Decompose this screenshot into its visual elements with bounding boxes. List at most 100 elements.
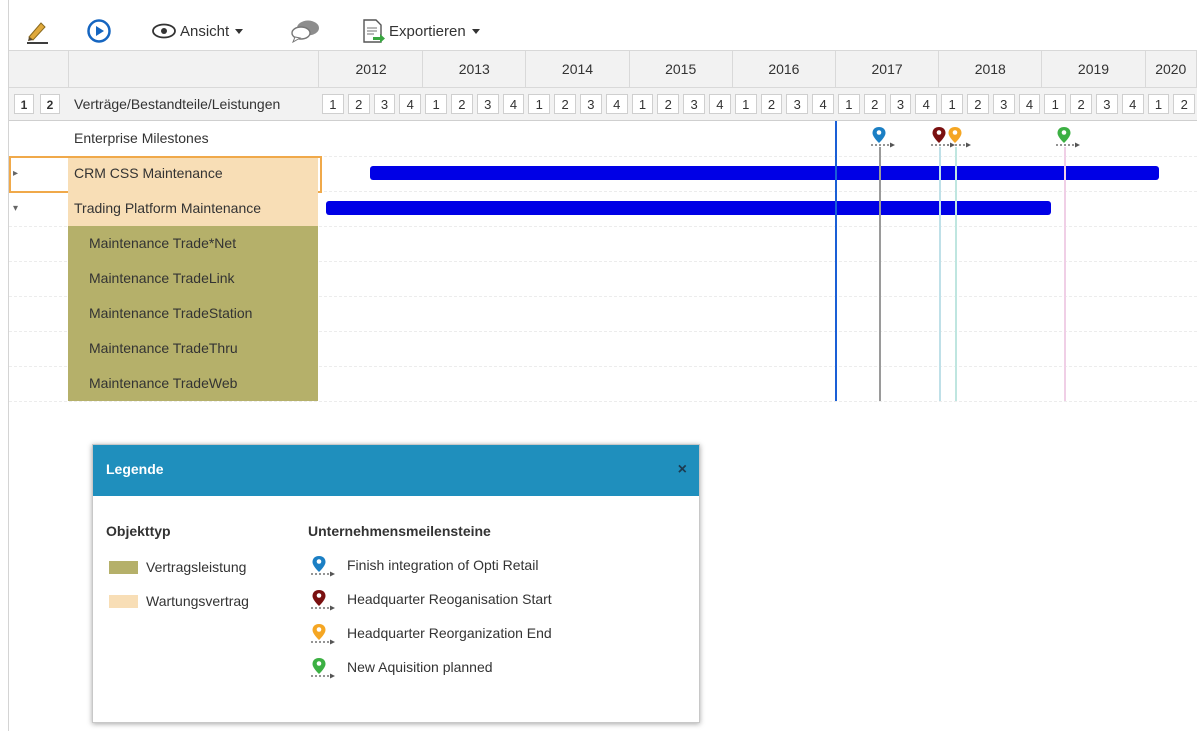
quarter-header-cell: 1 bbox=[1147, 94, 1170, 114]
view-menu-button[interactable]: Ansicht bbox=[152, 18, 244, 44]
eye-icon bbox=[152, 23, 176, 39]
legend-dialog: Legende × Objekttyp Unternehmensmeilenst… bbox=[92, 444, 700, 723]
row-name[interactable]: Trading Platform Maintenance bbox=[68, 191, 318, 226]
quarter-header-cell: 2 bbox=[347, 94, 370, 114]
level-2-button[interactable]: 2 bbox=[40, 94, 60, 114]
row-name[interactable]: Maintenance TradeLink bbox=[68, 261, 318, 296]
year-header-cell: 2020 bbox=[1146, 51, 1197, 87]
year-header-cell: 2012 bbox=[320, 51, 424, 87]
gantt-row[interactable]: Maintenance TradeLink bbox=[9, 261, 1197, 297]
quarter-header-cell: 1 bbox=[941, 94, 963, 114]
gantt-grid: 2012 2013 2014 2015 2016 2017 2018 2019 2020 1 2… bbox=[9, 51, 1197, 402]
close-icon[interactable]: × bbox=[678, 445, 687, 494]
level-1-button[interactable]: 1 bbox=[14, 94, 34, 114]
milestone-pin-icon[interactable] bbox=[871, 126, 897, 151]
quarter-header-cell: 1 bbox=[838, 94, 860, 114]
milestone-pin-icon[interactable] bbox=[947, 126, 973, 151]
legend-milestone-label: Headquarter Reorganization End bbox=[347, 625, 552, 641]
collapse-icon[interactable]: ▾ bbox=[13, 191, 25, 226]
legend-header: Legende × bbox=[93, 445, 699, 496]
chevron-down-icon bbox=[235, 28, 244, 34]
milestone-line bbox=[1064, 147, 1066, 401]
export-document-icon bbox=[363, 19, 385, 43]
pencil-icon bbox=[27, 22, 48, 44]
quarter-header-cell: 2 bbox=[451, 94, 473, 114]
milestone-pin-icon bbox=[311, 657, 337, 684]
quarter-header-cell: 2 bbox=[554, 94, 576, 114]
gantt-row[interactable]: Maintenance TradeThru bbox=[9, 331, 1197, 367]
quarter-header-cell: 4 bbox=[915, 94, 938, 114]
row-name[interactable]: CRM CSS Maintenance bbox=[68, 156, 318, 191]
quarter-header-cell: 3 bbox=[580, 94, 602, 114]
gantt-row[interactable]: Maintenance TradeWeb bbox=[9, 366, 1197, 402]
chevron-down-icon bbox=[471, 28, 480, 34]
edit-button[interactable] bbox=[24, 18, 50, 44]
row-name[interactable]: Maintenance TradeStation bbox=[68, 296, 318, 331]
milestone-pin-icon[interactable] bbox=[1056, 126, 1082, 151]
expand-icon[interactable]: ▸ bbox=[13, 156, 25, 191]
legend-milestone-item: Finish integration of Opti Retail bbox=[93, 555, 693, 579]
milestone-pin-icon bbox=[311, 623, 337, 650]
year-header-cell: 2015 bbox=[630, 51, 733, 87]
quarter-header-cell: 4 bbox=[1018, 94, 1041, 114]
legend-milestone-label: Finish integration of Opti Retail bbox=[347, 557, 539, 573]
quarter-header-cell: 1 bbox=[734, 94, 757, 114]
year-header-cell: 2013 bbox=[423, 51, 527, 87]
quarter-header-cell: 3 bbox=[786, 94, 809, 114]
quarter-header-cell: 4 bbox=[605, 94, 628, 114]
play-button[interactable] bbox=[87, 18, 111, 44]
quarter-header-cell: 1 bbox=[425, 94, 447, 114]
gantt-bar[interactable] bbox=[370, 166, 1159, 180]
legend-milestone-item: Headquarter Reorganization End bbox=[93, 623, 693, 647]
year-header-row: 2012 2013 2014 2015 2016 2017 2018 2019 2020 bbox=[9, 51, 1197, 88]
year-header-cell: 2019 bbox=[1042, 51, 1146, 87]
quarter-header-cell: 1 bbox=[1044, 94, 1067, 114]
quarter-header-cell: 3 bbox=[1096, 94, 1118, 114]
milestone-line bbox=[879, 147, 881, 401]
row-name[interactable]: Maintenance TradeThru bbox=[68, 331, 318, 366]
year-header-cell: 2017 bbox=[836, 51, 940, 87]
quarter-header-cell: 2 bbox=[760, 94, 783, 114]
quarter-header-cell: 4 bbox=[399, 94, 422, 114]
gantt-bar[interactable] bbox=[326, 201, 1051, 215]
quarter-header-cell: 2 bbox=[1070, 94, 1092, 114]
column-header-contracts[interactable]: Verträge/Bestandteile/Leistungen bbox=[74, 88, 280, 120]
toolbar: Ansicht Exportieren bbox=[9, 12, 1197, 51]
view-menu-label: Ansicht bbox=[180, 22, 230, 40]
quarter-header-cell: 3 bbox=[992, 94, 1015, 114]
row-name[interactable]: Maintenance Trade*Net bbox=[68, 226, 318, 261]
year-header-cell: 2014 bbox=[526, 51, 630, 87]
header-spacer bbox=[68, 51, 319, 87]
quarter-header-cell: 2 bbox=[863, 94, 886, 114]
legend-title: Legende bbox=[106, 461, 164, 477]
play-circle-icon bbox=[87, 19, 111, 43]
milestones-heading: Unternehmensmeilensteine bbox=[308, 523, 491, 539]
row-toggle-spacer bbox=[13, 296, 25, 331]
quarter-header-cell: 3 bbox=[889, 94, 912, 114]
comment-button[interactable] bbox=[289, 18, 321, 44]
quarter-header-cell: 4 bbox=[709, 94, 731, 114]
quarter-header-cell: 3 bbox=[476, 94, 499, 114]
quarter-header-cell: 2 bbox=[1173, 94, 1196, 114]
row-toggle-spacer bbox=[13, 261, 25, 296]
row-toggle-spacer bbox=[13, 121, 25, 156]
gantt-row[interactable]: Maintenance Trade*Net bbox=[9, 226, 1197, 262]
gantt-row[interactable]: Enterprise Milestones bbox=[9, 121, 1197, 157]
quarter-header-cell: 3 bbox=[683, 94, 705, 114]
quarter-header-cell: 2 bbox=[657, 94, 680, 114]
legend-milestone-label: Headquarter Reoganisation Start bbox=[347, 591, 552, 607]
row-name[interactable]: Enterprise Milestones bbox=[68, 121, 318, 156]
row-name[interactable]: Maintenance TradeWeb bbox=[68, 366, 318, 401]
quarter-header-cell: 3 bbox=[373, 94, 396, 114]
today-line bbox=[835, 121, 837, 401]
milestone-pin-icon bbox=[311, 555, 337, 582]
objecttype-heading: Objekttyp bbox=[106, 523, 171, 539]
row-toggle-spacer bbox=[13, 366, 25, 401]
quarter-header-row: 1 2 Verträge/Bestandteile/Leistungen 123… bbox=[9, 88, 1197, 121]
export-menu-button[interactable]: Exportieren bbox=[361, 18, 480, 44]
milestone-line bbox=[955, 147, 957, 401]
legend-milestone-item: Headquarter Reoganisation Start bbox=[93, 589, 693, 613]
year-header-cell: 2018 bbox=[939, 51, 1043, 87]
gantt-row[interactable]: Maintenance TradeStation bbox=[9, 296, 1197, 332]
quarter-header-cell: 4 bbox=[1121, 94, 1144, 114]
